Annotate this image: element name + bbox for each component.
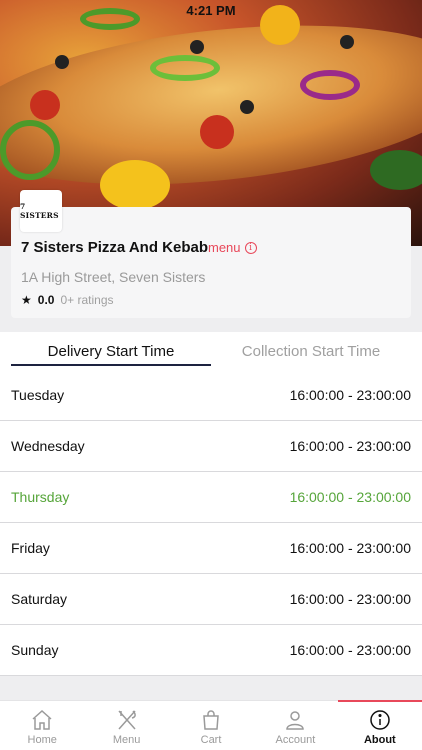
hours-row-saturday: Saturday 16:00:00 - 23:00:00: [0, 574, 422, 625]
status-bar-time: 4:21 PM: [186, 3, 236, 18]
time-range: 16:00:00 - 23:00:00: [289, 642, 411, 658]
restaurant-logo: 7 SISTERS: [20, 190, 62, 232]
time-range: 16:00:00 - 23:00:00: [289, 591, 411, 607]
tab-menu[interactable]: Menu: [84, 701, 168, 750]
logo-text: 7 SISTERS: [20, 202, 59, 220]
time-range: 16:00:00 - 23:00:00: [289, 489, 411, 505]
tab-active-indicator: [11, 364, 211, 366]
day-label: Thursday: [11, 489, 70, 505]
restaurant-name: 7 Sisters Pizza And Kebab: [21, 239, 209, 256]
menu-link-label: menu: [208, 240, 241, 255]
restaurant-address: 1A High Street, Seven Sisters: [21, 269, 206, 285]
bottom-tab-bar: Home Menu Cart Account About: [0, 700, 422, 750]
time-range: 16:00:00 - 23:00:00: [289, 387, 411, 403]
info-icon: [370, 710, 390, 730]
day-label: Sunday: [11, 642, 59, 658]
tab-delivery-start-time[interactable]: Delivery Start Time: [11, 343, 211, 360]
tab-cart-label: Cart: [200, 734, 222, 746]
tab-about[interactable]: About: [337, 700, 422, 750]
tab-about-label: About: [363, 734, 396, 746]
info-icon: i: [244, 241, 257, 254]
home-icon: [32, 709, 52, 730]
day-label: Saturday: [11, 591, 68, 607]
cutlery-icon: [118, 710, 136, 730]
day-label: Wednesday: [11, 438, 85, 454]
rating-value: 0.0: [37, 293, 55, 307]
hours-row-sunday: Sunday 16:00:00 - 23:00:00: [0, 625, 422, 676]
hours-row-tuesday: Tuesday 16:00:00 - 23:00:00: [0, 370, 422, 421]
day-label: Friday: [11, 540, 50, 556]
rating-count: 0+ ratings: [60, 293, 114, 307]
hours-row-thursday: Thursday 16:00:00 - 23:00:00: [0, 472, 422, 523]
tab-home[interactable]: Home: [0, 701, 84, 750]
tab-cart[interactable]: Cart: [169, 701, 253, 750]
pizza-crust: [0, 3, 422, 207]
day-label: Tuesday: [11, 387, 65, 403]
tab-account[interactable]: Account: [253, 701, 337, 750]
shopping-bag-icon: [203, 710, 219, 730]
time-range: 16:00:00 - 23:00:00: [289, 438, 411, 454]
hours-row-friday: Friday 16:00:00 - 23:00:00: [0, 523, 422, 574]
tab-account-label: Account: [275, 734, 316, 746]
user-icon: [286, 711, 305, 730]
hours-row-wednesday: Wednesday 16:00:00 - 23:00:00: [0, 421, 422, 472]
opening-hours-list: Tuesday 16:00:00 - 23:00:00 Wednesday 16…: [0, 370, 422, 676]
tab-home-label: Home: [27, 734, 57, 746]
tab-menu-label: Menu: [112, 734, 141, 746]
tab-collection-start-time[interactable]: Collection Start Time: [211, 343, 411, 360]
star-icon: ★: [21, 293, 32, 307]
menu-link[interactable]: menu i: [208, 240, 257, 255]
rating: ★ 0.0 0+ ratings: [21, 293, 114, 307]
time-range: 16:00:00 - 23:00:00: [289, 540, 411, 556]
